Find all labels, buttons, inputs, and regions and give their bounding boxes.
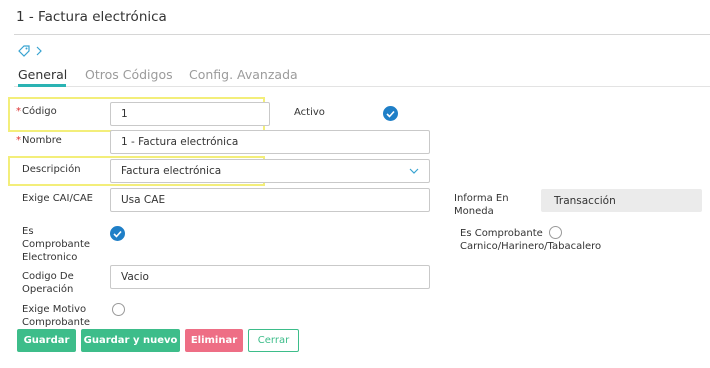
tab-general[interactable]: General: [18, 67, 67, 82]
es-comprobante-electronico-line3: Electronico: [22, 252, 78, 263]
es-comprobante-carnico-checkbox[interactable]: [549, 226, 562, 239]
nombre-label: *Nombre: [16, 134, 62, 147]
exige-motivo-line1: Exige Motivo: [22, 304, 87, 315]
nombre-input[interactable]: 1 - Factura electrónica: [110, 130, 430, 154]
exige-cai-input[interactable]: Usa CAE: [110, 188, 430, 212]
informa-moneda-label-line1: Informa En: [454, 193, 509, 204]
save-and-new-button[interactable]: Guardar y nuevo: [81, 329, 180, 352]
codigo-operacion-line1: Codigo De: [22, 271, 74, 282]
active-tab-indicator: [18, 84, 66, 87]
chevron-down-icon: [409, 165, 419, 177]
descripcion-select[interactable]: Factura electrónica: [110, 159, 430, 183]
informa-moneda-label-line2: Moneda: [454, 206, 494, 217]
es-comprobante-electronico-line2: Comprobante: [22, 239, 91, 250]
tabs-divider: [14, 86, 710, 87]
exige-cai-label: Exige CAI/CAE: [22, 193, 93, 204]
page-title: 1 - Factura electrónica: [16, 9, 167, 25]
exige-motivo-checkbox[interactable]: [112, 303, 125, 316]
nombre-label-text: Nombre: [22, 135, 62, 146]
descripcion-value: Factura electrónica: [121, 165, 222, 177]
informa-moneda-field: Transacción: [541, 189, 702, 212]
tab-otros-codigos[interactable]: Otros Códigos: [85, 67, 173, 82]
save-button[interactable]: Guardar: [17, 329, 76, 352]
close-button[interactable]: Cerrar: [248, 329, 299, 352]
activo-checkbox[interactable]: [383, 106, 398, 121]
delete-button[interactable]: Eliminar: [185, 329, 243, 352]
es-comprobante-carnico-label: Es Comprobante Carnico/Harinero/Tabacale…: [460, 227, 601, 253]
es-comprobante-electronico-line1: Es: [22, 226, 34, 237]
codigo-input[interactable]: 1: [110, 102, 270, 126]
es-comprobante-carnico-line1: Es Comprobante: [460, 228, 543, 239]
tab-config-avanzada[interactable]: Config. Avanzada: [189, 67, 298, 82]
es-comprobante-carnico-line2: Carnico/Harinero/Tabacalero: [460, 241, 602, 252]
checkmark-icon: [386, 110, 395, 118]
activo-label: Activo: [294, 107, 325, 118]
exige-motivo-line2: Comprobante: [22, 317, 91, 328]
required-asterisk: *: [16, 106, 21, 117]
codigo-label-text: Código: [22, 106, 57, 117]
es-comprobante-electronico-checkbox[interactable]: [110, 226, 125, 241]
exige-motivo-label: Exige Motivo Comprobante: [22, 303, 90, 329]
codigo-label: *Código: [16, 105, 57, 118]
header-divider: [14, 34, 710, 35]
required-asterisk: *: [16, 135, 21, 146]
breadcrumb: [18, 45, 42, 60]
codigo-operacion-label: Codigo De Operación: [22, 270, 74, 296]
es-comprobante-electronico-label: Es Comprobante Electronico: [22, 225, 90, 264]
codigo-operacion-input[interactable]: Vacio: [110, 265, 430, 289]
checkmark-icon: [113, 230, 122, 238]
chevron-right-icon[interactable]: [36, 46, 42, 59]
tag-icon[interactable]: [18, 45, 30, 60]
informa-moneda-label: Informa En Moneda: [454, 192, 509, 218]
codigo-operacion-line2: Operación: [22, 284, 74, 295]
descripcion-label: Descripción: [22, 164, 81, 175]
